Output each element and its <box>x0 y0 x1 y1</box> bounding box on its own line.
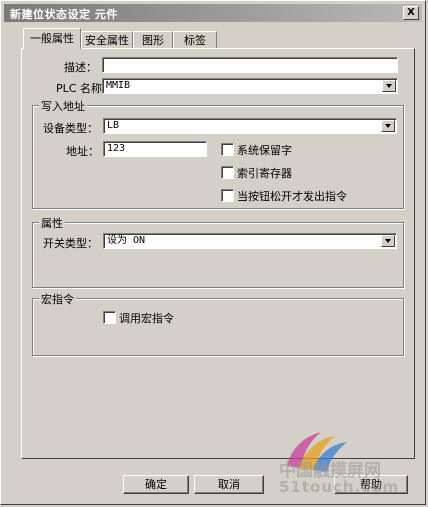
index-register-checkbox[interactable] <box>221 166 234 179</box>
attributes-group: 属性 开关类型： 设为 ON <box>32 215 404 288</box>
plc-name-select[interactable]: MMIB <box>102 78 398 94</box>
system-reserved-label: 系统保留字 <box>237 144 292 157</box>
description-input[interactable] <box>102 57 398 73</box>
write-address-title: 写入地址 <box>39 98 87 114</box>
macro-title: 宏指令 <box>39 291 76 307</box>
plc-name-value: MMIB <box>106 80 131 91</box>
switch-type-label: 开关类型： <box>43 237 98 250</box>
window-title: 新建位状态设定 元件 <box>10 8 118 21</box>
address-input[interactable]: 123 <box>103 141 207 157</box>
write-address-group: 写入地址 设备类型： LB 地址： 123 系统保留字 索引寄存器 当按钮松开才… <box>32 98 404 209</box>
dialog-window: 新建位状态设定 元件 X 一般属性 安全属性 图形 标签 描述： PLC 名称 … <box>0 0 426 505</box>
watermark: 中国触摸屏网 51touch.com <box>269 418 419 498</box>
call-macro-label: 调用宏指令 <box>119 312 174 325</box>
attributes-title: 属性 <box>39 215 65 231</box>
tab-general[interactable]: 一般属性 <box>23 28 81 49</box>
chevron-down-icon[interactable] <box>381 120 395 132</box>
chevron-down-icon[interactable] <box>382 80 396 92</box>
switch-type-select[interactable]: 设为 ON <box>103 233 397 249</box>
tab-shape[interactable]: 图形 <box>133 31 173 48</box>
address-label: 地址： <box>66 145 99 158</box>
title-bar[interactable]: 新建位状态设定 元件 X <box>4 4 422 22</box>
system-reserved-checkbox[interactable] <box>221 143 234 156</box>
cancel-button[interactable]: 取消 <box>194 475 264 494</box>
close-button[interactable]: X <box>403 6 419 20</box>
call-macro-checkbox[interactable] <box>103 311 116 324</box>
release-trigger-label: 当按钮松开才发出指令 <box>237 190 347 203</box>
plc-name-label: PLC 名称 <box>56 82 102 95</box>
device-type-select[interactable]: LB <box>103 118 397 134</box>
tab-label[interactable]: 标签 <box>173 31 217 48</box>
device-type-value: LB <box>107 120 120 131</box>
release-trigger-checkbox[interactable] <box>221 189 234 202</box>
description-label: 描述： <box>64 61 97 74</box>
watermark-en: 51touch.com <box>279 478 400 496</box>
device-type-label: 设备类型： <box>43 122 98 135</box>
macro-group: 宏指令 调用宏指令 <box>32 291 404 356</box>
index-register-label: 索引寄存器 <box>237 167 292 180</box>
chevron-down-icon[interactable] <box>381 235 395 247</box>
ok-button[interactable]: 确定 <box>123 475 189 494</box>
tab-panel: 描述： PLC 名称 MMIB 写入地址 设备类型： LB 地址： 123 系统… <box>21 48 415 459</box>
switch-type-value: 设为 ON <box>107 235 146 246</box>
tab-security[interactable]: 安全属性 <box>81 31 133 48</box>
